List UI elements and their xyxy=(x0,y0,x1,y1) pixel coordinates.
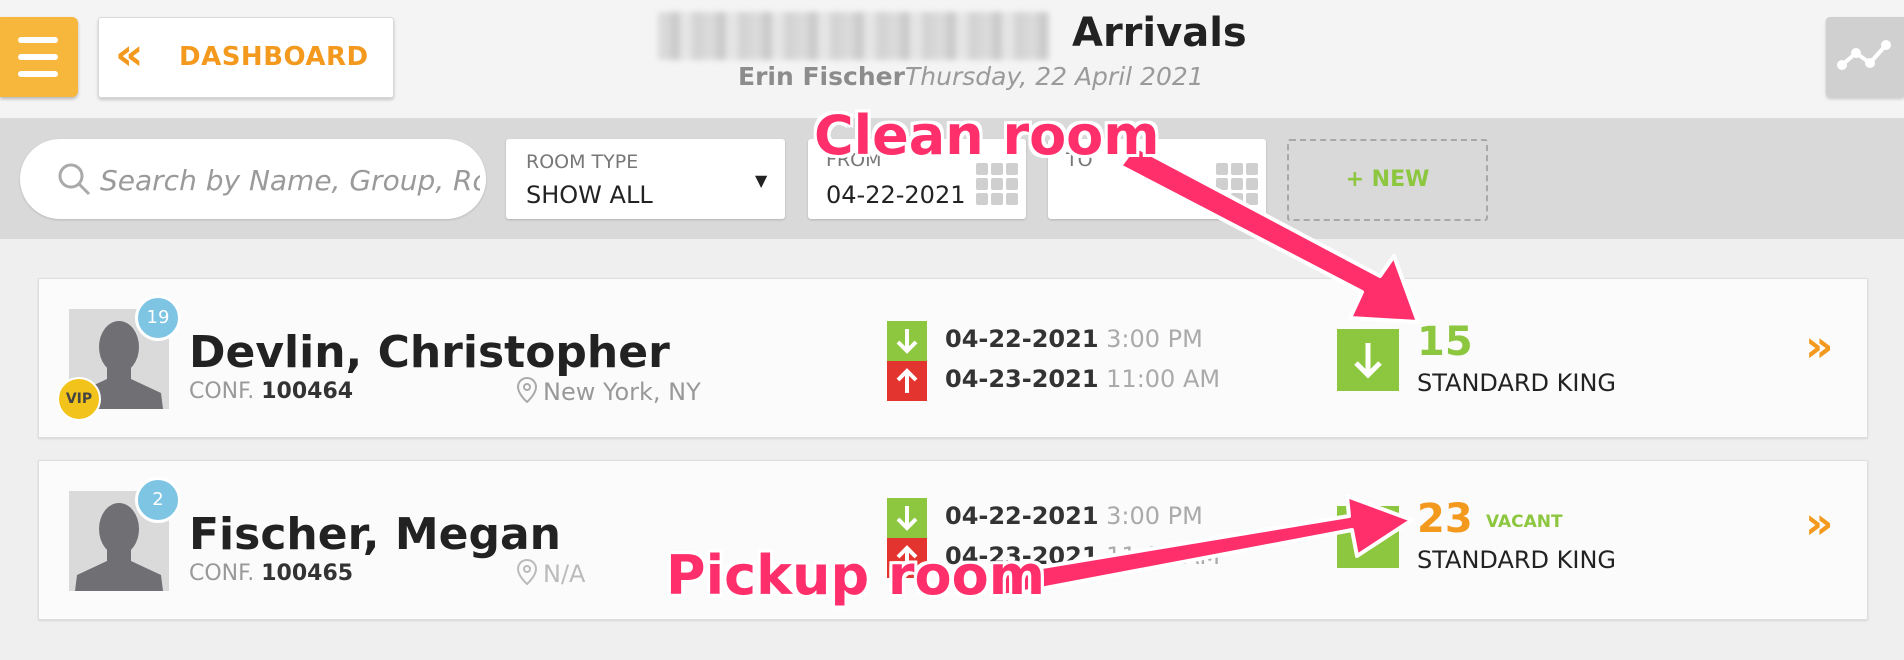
page-title: Arrivals xyxy=(1072,10,1247,56)
stats-button[interactable] xyxy=(1826,17,1904,97)
pickup-room-annotation: Pickup room xyxy=(666,544,1046,607)
dashboard-label: DASHBOARD xyxy=(179,42,369,72)
vip-badge: VIP xyxy=(57,377,101,421)
line-chart-icon xyxy=(1837,40,1891,70)
departure-arrow-icon xyxy=(887,361,927,401)
from-value: 04-22-2021 xyxy=(826,181,966,209)
double-chevron-left-icon: « xyxy=(115,29,144,80)
room-type: STANDARD KING xyxy=(1417,369,1617,397)
conf-number: 100464 xyxy=(261,379,354,404)
confirmation: CONF. 100465 xyxy=(189,561,353,586)
arrival-datetime: 04-22-2021 3:00 PM xyxy=(945,502,1203,530)
conf-label: CONF. xyxy=(189,561,255,586)
room-status-icon xyxy=(1337,329,1399,391)
map-pin-icon xyxy=(516,558,538,586)
visit-count-badge: 19 xyxy=(135,295,181,341)
search-icon xyxy=(58,163,91,196)
location-text: New York, NY xyxy=(543,378,701,406)
room-status-icon xyxy=(1337,506,1399,568)
arrival-time: 3:00 PM xyxy=(1106,502,1203,530)
double-chevron-right-icon[interactable]: » xyxy=(1805,498,1833,549)
current-date: Thursday, 22 April 2021 xyxy=(905,62,1204,91)
calendar-grid-icon[interactable] xyxy=(976,163,1018,205)
clean-room-annotation: Clean room xyxy=(814,104,1160,167)
menu-button[interactable] xyxy=(0,17,78,97)
departure-datetime: 04-23-2021 11:00 AM xyxy=(945,365,1220,393)
room-type-select[interactable]: ROOM TYPE SHOW ALL ▼ xyxy=(506,139,785,219)
new-reservation-button[interactable]: + NEW xyxy=(1287,139,1488,221)
double-chevron-right-icon[interactable]: » xyxy=(1805,321,1833,372)
dashboard-button[interactable]: « DASHBOARD xyxy=(98,17,394,98)
room-type: STANDARD KING xyxy=(1417,546,1617,574)
hamburger-icon-bar xyxy=(18,71,58,77)
hamburger-icon-bar xyxy=(18,37,58,43)
arrival-date: 04-22-2021 xyxy=(945,325,1099,353)
guest-location: New York, NY xyxy=(516,376,701,406)
location-text: N/A xyxy=(543,560,586,588)
confirmation: CONF. 100464 xyxy=(189,379,353,404)
arrival-arrow-icon xyxy=(887,321,927,361)
guest-name: Fischer, Megan xyxy=(189,509,561,560)
arrival-arrow-icon xyxy=(887,498,927,538)
hamburger-icon-bar xyxy=(18,54,58,60)
conf-number: 100465 xyxy=(261,561,354,586)
map-pin-icon xyxy=(516,376,538,404)
arrival-date: 04-22-2021 xyxy=(945,502,1099,530)
room-type-value: SHOW ALL xyxy=(526,181,653,209)
departure-time: 11:00 AM xyxy=(1106,365,1221,393)
guest-name: Devlin, Christopher xyxy=(189,327,670,378)
arrival-datetime: 04-22-2021 3:00 PM xyxy=(945,325,1203,353)
visit-count-badge: 2 xyxy=(135,477,181,523)
conf-label: CONF. xyxy=(189,379,255,404)
caret-down-icon: ▼ xyxy=(755,171,768,190)
room-type-caption: ROOM TYPE xyxy=(526,151,639,173)
app-header: « DASHBOARD Arrivals Erin Fischer Thursd… xyxy=(0,0,1904,119)
arrival-card[interactable]: 19 VIP Devlin, Christopher CONF. 100464 … xyxy=(38,278,1868,438)
hotel-name-blurred xyxy=(658,12,1050,60)
arrival-time: 3:00 PM xyxy=(1106,325,1203,353)
room-number: 23 xyxy=(1417,496,1473,542)
guest-location: N/A xyxy=(516,558,586,588)
room-status-label: VACANT xyxy=(1486,512,1563,532)
search-box[interactable] xyxy=(20,139,486,221)
departure-date: 04-23-2021 xyxy=(945,365,1099,393)
departure-time: 11:00 AM xyxy=(1106,542,1221,570)
calendar-grid-icon[interactable] xyxy=(1216,163,1258,205)
current-user: Erin Fischer xyxy=(738,62,905,91)
search-input[interactable] xyxy=(98,139,482,221)
room-number: 15 xyxy=(1417,319,1473,365)
